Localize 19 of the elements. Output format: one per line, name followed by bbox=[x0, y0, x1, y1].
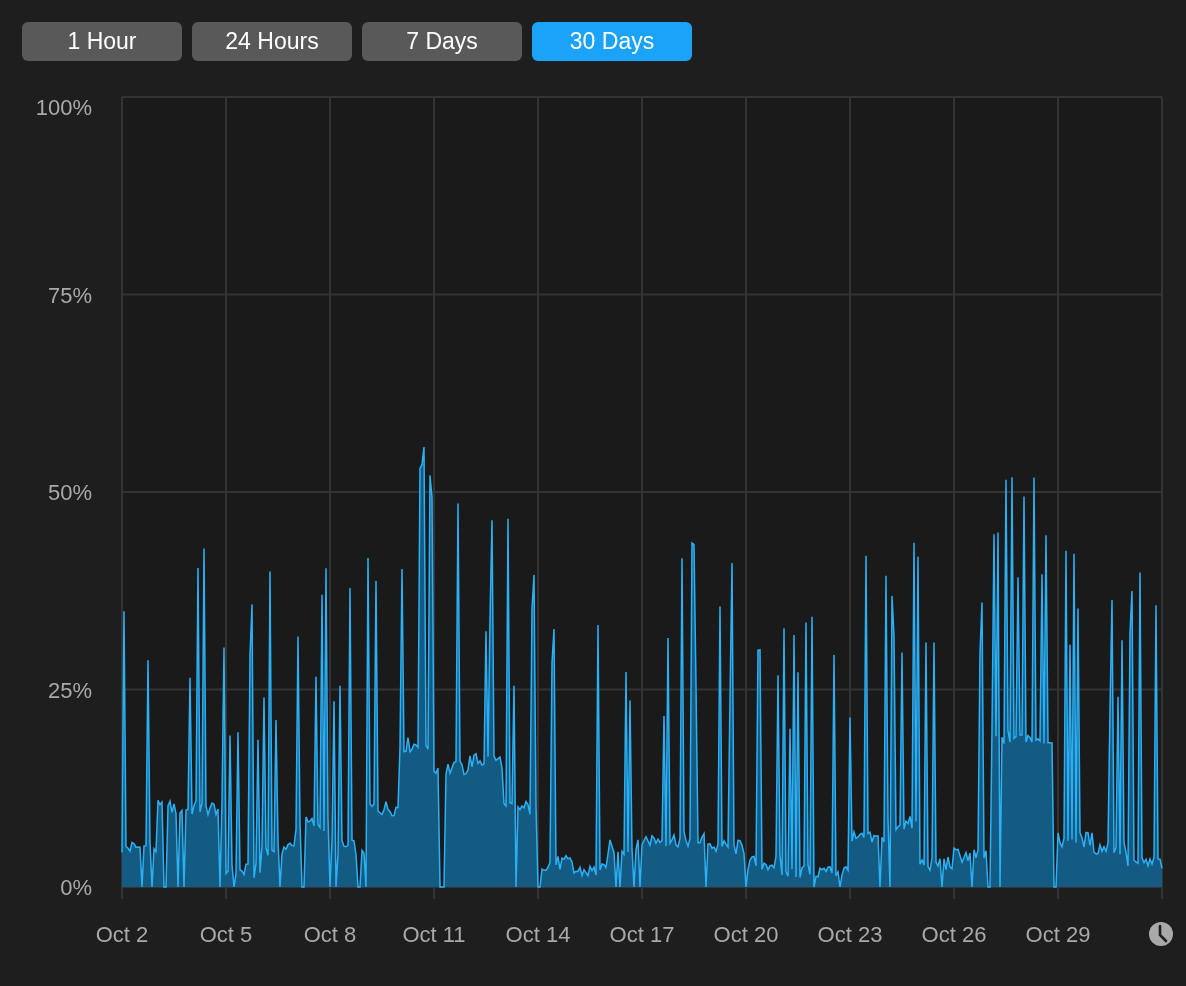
y-axis-label: 100% bbox=[35, 95, 92, 120]
x-axis-label: Oct 2 bbox=[95, 922, 149, 947]
y-axis-label: 50% bbox=[47, 480, 92, 505]
x-axis-label: Oct 26 bbox=[921, 922, 987, 947]
x-axis-label: Oct 8 bbox=[303, 922, 357, 947]
y-axis-label: 75% bbox=[47, 282, 92, 308]
time-range-tab[interactable]: 1 Hour bbox=[22, 22, 182, 61]
time-range-tab[interactable]: 7 Days bbox=[362, 22, 522, 61]
x-axis-label: Oct 17 bbox=[609, 922, 675, 947]
x-axis-label: Oct 11 bbox=[402, 922, 466, 947]
y-axis-label: 0% bbox=[60, 875, 92, 900]
x-axis-label: Oct 29 bbox=[1025, 922, 1091, 947]
x-axis-label: Oct 14 bbox=[505, 922, 571, 947]
x-axis-label: Oct 5 bbox=[199, 922, 253, 947]
y-axis-label: 25% bbox=[47, 677, 92, 703]
clock-icon[interactable] bbox=[1149, 922, 1173, 946]
x-axis-label: Oct 20 bbox=[713, 922, 779, 947]
time-range-tab[interactable]: 24 Hours bbox=[192, 22, 352, 61]
x-axis-label: Oct 23 bbox=[817, 922, 883, 947]
